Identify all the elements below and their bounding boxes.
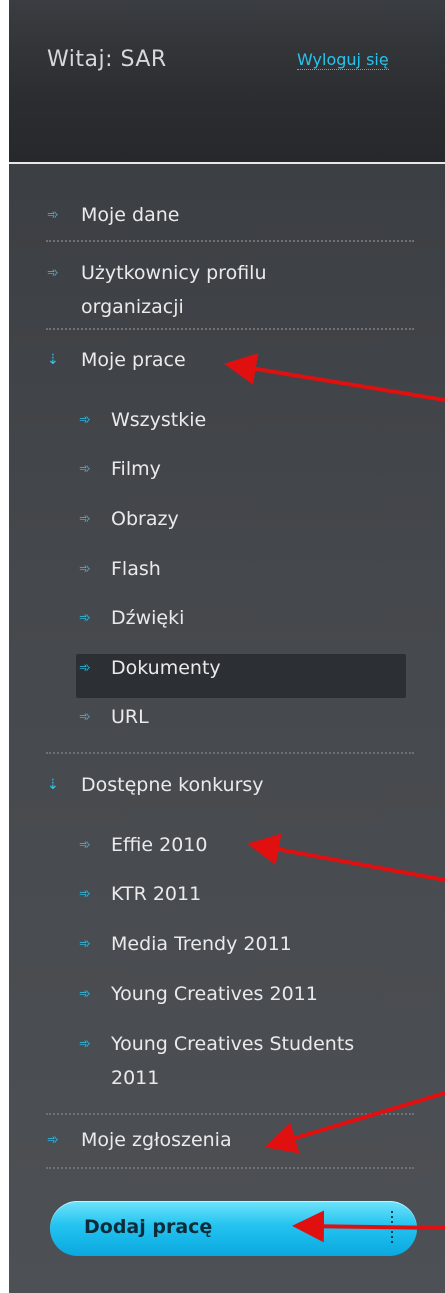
submenu-item-label: Filmy (111, 458, 161, 480)
separator (46, 240, 414, 242)
logout-link[interactable]: Wyloguj się (297, 50, 389, 70)
arrow-right-icon: ➾ (79, 1036, 91, 1052)
submenu-item-label: Young Creatives Students (111, 1033, 355, 1055)
arrow-right-icon: ➾ (79, 837, 91, 853)
separator (46, 1113, 414, 1115)
plus-icon (375, 1211, 409, 1245)
arrow-right-icon: ➾ (79, 660, 91, 676)
arrow-right-icon: ➾ (79, 511, 91, 527)
submenu-item-label: Obrazy (111, 508, 179, 530)
arrow-down-icon: ⇣ (47, 352, 59, 368)
arrow-right-icon: ➾ (79, 936, 91, 952)
arrow-right-icon: ➾ (79, 461, 91, 477)
submenu-item-label: Wszystkie (111, 409, 207, 431)
menu-item-label-line2: organizacji (81, 296, 184, 318)
greeting: Witaj: SAR (47, 47, 167, 72)
submenu-item-label: KTR 2011 (111, 883, 202, 905)
submenu-item-label: URL (111, 706, 149, 728)
sidebar-panel: Witaj: SAR Wyloguj się ➾ Moje dane ➾ Uży… (9, 0, 445, 1293)
add-work-button-label: Dodaj pracę (84, 1216, 213, 1238)
menu-item-label: Moje zgłoszenia (81, 1129, 232, 1151)
arrow-right-icon: ➾ (47, 1132, 59, 1148)
submenu-item-label-line2: 2011 (111, 1067, 160, 1089)
arrow-right-icon: ➾ (79, 709, 91, 725)
arrow-right-icon: ➾ (79, 986, 91, 1002)
submenu-item-label: Young Creatives 2011 (111, 983, 318, 1005)
arrow-right-icon: ➾ (79, 886, 91, 902)
submenu-item-label: Dokumenty (111, 657, 221, 679)
submenu-item-label: Dźwięki (111, 607, 185, 629)
menu-item-label: Użytkownicy profilu (81, 262, 267, 284)
arrow-right-icon: ➾ (47, 207, 59, 223)
menu-item-label: Moje prace (81, 349, 186, 371)
arrow-right-icon: ➾ (79, 412, 91, 428)
submenu-item-label: Flash (111, 558, 161, 580)
submenu-item-label: Effie 2010 (111, 834, 208, 856)
header: Witaj: SAR Wyloguj się (9, 0, 445, 164)
arrow-right-icon: ➾ (47, 265, 59, 281)
separator (46, 328, 414, 330)
menu-item-label: Moje dane (81, 204, 180, 226)
submenu-item-label: Media Trendy 2011 (111, 933, 292, 955)
arrow-down-icon: ⇣ (47, 777, 59, 793)
arrow-right-icon: ➾ (79, 561, 91, 577)
add-work-button[interactable]: Dodaj pracę (50, 1201, 417, 1256)
separator (46, 752, 414, 754)
arrow-right-icon: ➾ (79, 610, 91, 626)
separator (46, 1167, 414, 1169)
menu-item-label: Dostępne konkursy (81, 774, 264, 796)
